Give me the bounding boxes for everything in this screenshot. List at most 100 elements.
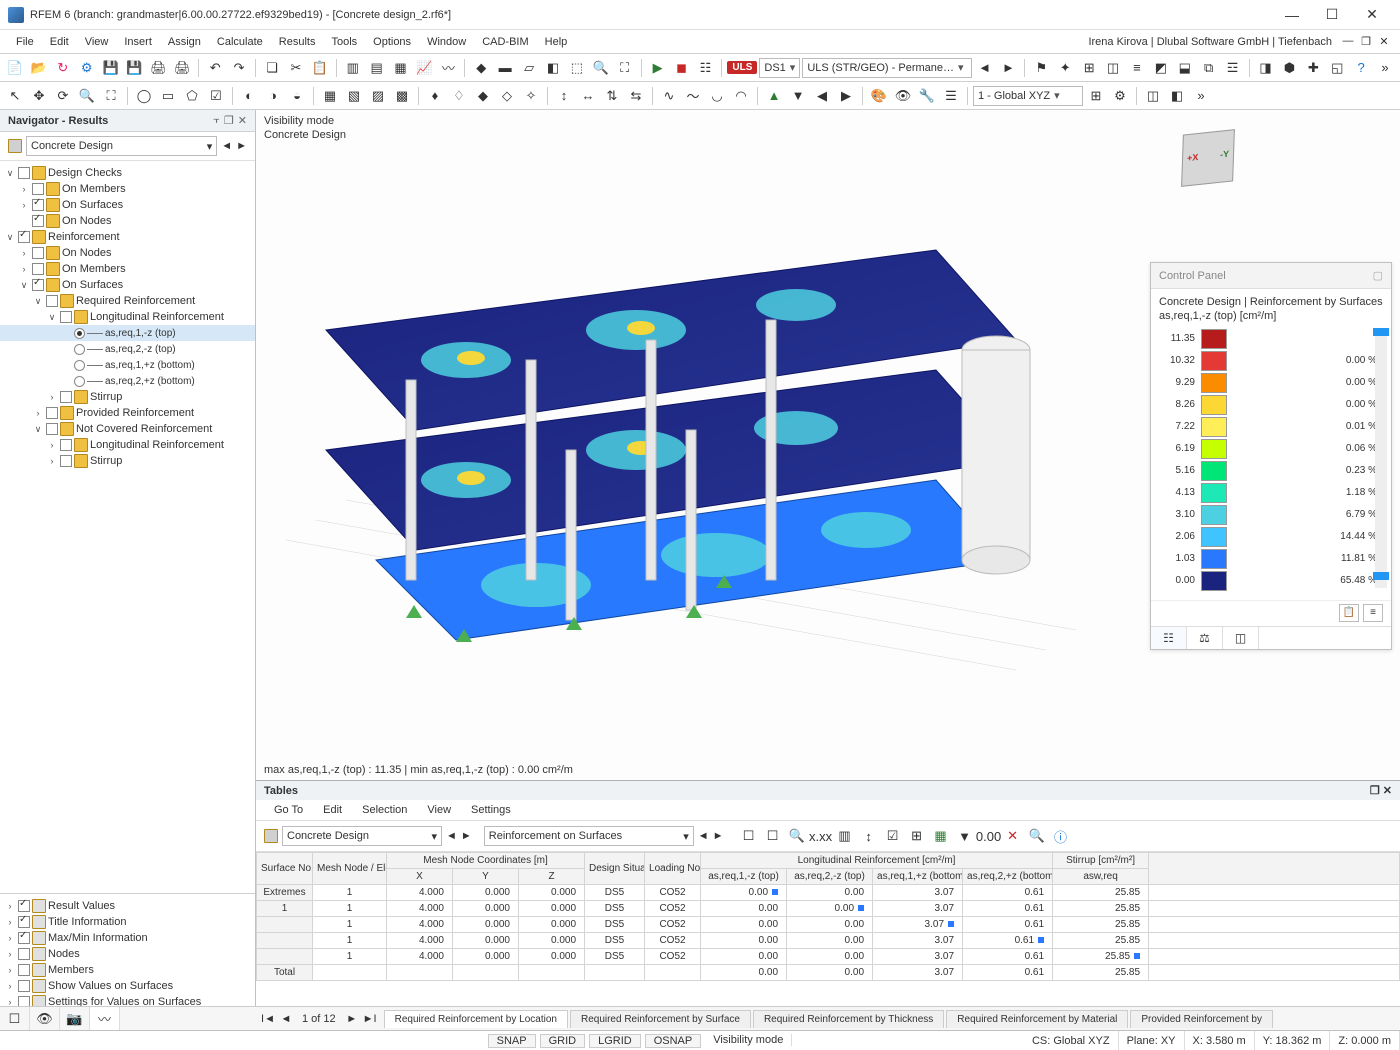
copy-icon[interactable]: ❏ xyxy=(261,57,283,79)
nav-tab-eye-icon[interactable]: 👁 xyxy=(30,1007,60,1030)
status-snap[interactable]: SNAP xyxy=(488,1034,536,1048)
tree-provided[interactable]: Provided Reinforcement xyxy=(76,407,194,419)
status-lgrid[interactable]: LGRID xyxy=(589,1034,641,1048)
pane-close-icon[interactable]: ✕ xyxy=(238,114,247,127)
panel1-icon[interactable]: ▥ xyxy=(342,57,364,79)
new-icon[interactable]: 📄 xyxy=(4,57,26,79)
tree-design-checks[interactable]: Design Checks xyxy=(48,167,122,179)
lower-0[interactable]: ›Result Values xyxy=(0,898,255,914)
poly-sel-icon[interactable]: ⬠ xyxy=(181,85,203,107)
lasso-icon[interactable]: ◯ xyxy=(133,85,155,107)
palette-icon[interactable]: 🎨 xyxy=(868,85,890,107)
coord-system-combo[interactable]: 1 - Global XYZ xyxy=(973,86,1083,106)
tree-as2[interactable]: as,req,2,-z (top) xyxy=(105,344,176,355)
view1-icon[interactable]: ◫ xyxy=(1142,85,1164,107)
paste-icon[interactable]: 📋 xyxy=(309,57,331,79)
tbl-menu-view[interactable]: View xyxy=(417,802,461,818)
eye-icon[interactable]: 👁 xyxy=(892,85,914,107)
tables-float-icon[interactable]: ❐ xyxy=(1370,785,1380,797)
tree-required[interactable]: Required Reinforcement xyxy=(76,295,195,307)
wrench-icon[interactable]: 🔧 xyxy=(916,85,938,107)
cursor-icon[interactable]: ↖ xyxy=(4,85,26,107)
menu-window[interactable]: Window xyxy=(419,33,474,51)
prev-load-icon[interactable]: ◄ xyxy=(974,57,996,79)
chart-icon[interactable]: 📈 xyxy=(414,57,436,79)
status-osnap[interactable]: OSNAP xyxy=(645,1034,702,1048)
f3-icon[interactable]: ⇅ xyxy=(601,85,623,107)
tbl-prev-icon[interactable]: ◄ xyxy=(278,1013,294,1025)
flag-icon[interactable]: ⚑ xyxy=(1030,57,1052,79)
undo-icon[interactable]: ↶ xyxy=(204,57,226,79)
f2-icon[interactable]: ↔ xyxy=(577,85,599,107)
menu-options[interactable]: Options xyxy=(365,33,419,51)
stop-icon[interactable]: ◼ xyxy=(671,57,693,79)
status-grid[interactable]: GRID xyxy=(540,1034,586,1048)
tbl-menu-edit[interactable]: Edit xyxy=(313,802,352,818)
tree-on-nodes[interactable]: On Nodes xyxy=(62,215,112,227)
tbl-tab-2[interactable]: Required Reinforcement by Thickness xyxy=(753,1010,944,1028)
tool3-icon[interactable]: ◫ xyxy=(1102,57,1124,79)
rotate-icon[interactable]: ⟳ xyxy=(52,85,74,107)
panel2-icon[interactable]: ▤ xyxy=(366,57,388,79)
nav-next-icon[interactable]: ► xyxy=(236,140,247,152)
minimize-button[interactable]: — xyxy=(1272,3,1312,27)
load-case-combo[interactable]: ULS (STR/GEO) - Permane… xyxy=(802,58,971,78)
menu-cad-bim[interactable]: CAD-BIM xyxy=(474,33,536,51)
tbl-tab-0[interactable]: Required Reinforcement by Location xyxy=(384,1010,568,1028)
e5-icon[interactable]: ✧ xyxy=(520,85,542,107)
r2-icon[interactable]: ◑ xyxy=(262,85,284,107)
r3-icon[interactable]: ◒ xyxy=(286,85,308,107)
e2-icon[interactable]: ♢ xyxy=(448,85,470,107)
tree-long-reinf[interactable]: Longitudinal Reinforcement xyxy=(90,311,224,323)
tbl-filter2-icon[interactable]: ☐ xyxy=(762,825,784,847)
menu-assign[interactable]: Assign xyxy=(160,33,209,51)
tbl-last-icon[interactable]: ►I xyxy=(362,1013,378,1025)
tables-close-icon[interactable]: ✕ xyxy=(1383,785,1392,797)
tbl-menu-settings[interactable]: Settings xyxy=(461,802,521,818)
node-icon[interactable]: ◆ xyxy=(470,57,492,79)
curve-icon[interactable]: 〰 xyxy=(437,57,459,79)
tool6-icon[interactable]: ⬓ xyxy=(1174,57,1196,79)
ctrl-panel-close-icon[interactable]: ▢ xyxy=(1373,269,1383,282)
grid-icon[interactable]: ⊞ xyxy=(1085,85,1107,107)
tool2-icon[interactable]: ⊞ xyxy=(1078,57,1100,79)
member-icon[interactable]: ▬ xyxy=(494,57,516,79)
tree-r-on-members[interactable]: On Members xyxy=(62,263,126,275)
menu-help[interactable]: Help xyxy=(537,33,576,51)
gear2-icon[interactable]: ⚙ xyxy=(1109,85,1131,107)
h3-icon[interactable]: ◀ xyxy=(811,85,833,107)
f4-icon[interactable]: ⇆ xyxy=(625,85,647,107)
save-icon[interactable]: 💾 xyxy=(100,57,122,79)
menu-file[interactable]: File xyxy=(8,33,42,51)
tbl-info-icon[interactable]: ⓘ xyxy=(1050,825,1072,847)
run-icon[interactable]: ▶ xyxy=(647,57,669,79)
extra3-icon[interactable]: ◱ xyxy=(1326,57,1348,79)
ctrl-tab2[interactable]: ⚖ xyxy=(1187,627,1223,649)
tree-reinforcement[interactable]: Reinforcement xyxy=(48,231,120,243)
zoom-full-icon[interactable]: ⛶ xyxy=(614,57,636,79)
tree-nc-long[interactable]: Longitudinal Reinforcement xyxy=(90,439,224,451)
nav-tab-curve-icon[interactable]: 〰 xyxy=(90,1007,120,1030)
tbl-combo1[interactable]: Concrete Design▾ xyxy=(282,826,442,846)
tool1-icon[interactable]: ✦ xyxy=(1054,57,1076,79)
menu-view[interactable]: View xyxy=(77,33,117,51)
tree-on-surfaces[interactable]: On Surfaces xyxy=(62,199,123,211)
tbl-funnel-icon[interactable]: ▼ xyxy=(954,825,976,847)
menu-calculate[interactable]: Calculate xyxy=(209,33,271,51)
gear-icon[interactable]: ⚙ xyxy=(76,57,98,79)
tbl-zero-icon[interactable]: 0.00 xyxy=(978,825,1000,847)
tbl-menu-goto[interactable]: Go To xyxy=(264,802,313,818)
tbl-xxx-icon[interactable]: x.xx xyxy=(810,825,832,847)
e1-icon[interactable]: ♦ xyxy=(424,85,446,107)
viewport[interactable]: Visibility mode Concrete Design +X-Y xyxy=(256,110,1400,780)
zoom2-icon[interactable]: 🔍 xyxy=(76,85,98,107)
print2-icon[interactable]: 🖨 xyxy=(171,57,193,79)
zoom-icon[interactable]: 🔍 xyxy=(590,57,612,79)
table-row[interactable]: 14.0000.0000.000DS5CO520.000.003.070.612… xyxy=(257,933,1400,949)
ctrl-edit-icon[interactable]: ≡ xyxy=(1363,604,1383,622)
table-row[interactable]: 14.0000.0000.000DS5CO520.000.003.070.612… xyxy=(257,949,1400,965)
select-icon[interactable]: ⬚ xyxy=(566,57,588,79)
r1-icon[interactable]: ◐ xyxy=(238,85,260,107)
e3-icon[interactable]: ◆ xyxy=(472,85,494,107)
sub-restore-button[interactable]: ❐ xyxy=(1358,35,1374,48)
